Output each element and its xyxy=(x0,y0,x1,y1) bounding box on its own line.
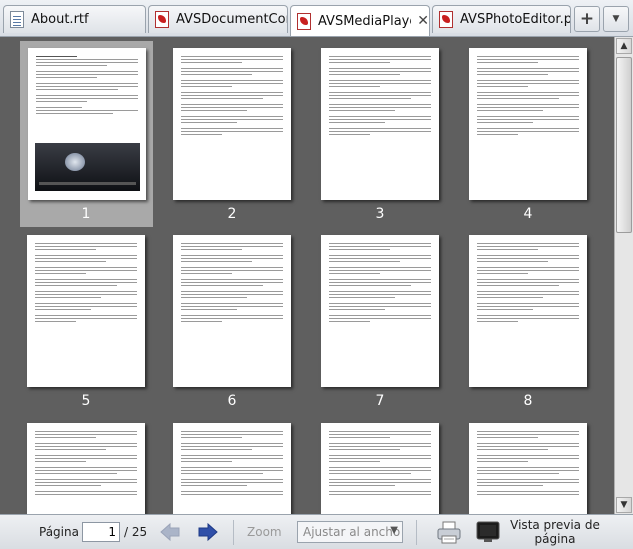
toolbar-separator xyxy=(416,520,417,545)
page-number-input[interactable] xyxy=(82,522,120,542)
page-preview xyxy=(469,423,587,514)
pdf-document-icon xyxy=(297,12,311,30)
page-number: 3 xyxy=(375,206,385,222)
close-tab-icon[interactable]: ✕ xyxy=(417,13,429,29)
tab-label: AVSMediaPlayer.… xyxy=(318,13,411,29)
pdf-document-icon xyxy=(155,11,169,28)
page-preview xyxy=(469,48,587,200)
previous-page-arrow-icon[interactable] xyxy=(159,522,181,542)
tab-label: About.rtf xyxy=(31,12,89,27)
tab-avs-document-converter[interactable]: AVSDocumentConve… xyxy=(148,5,288,33)
page-preview xyxy=(173,235,291,387)
page-number: 8 xyxy=(523,393,533,409)
printer-icon[interactable] xyxy=(436,520,462,545)
tab-label: AVSDocumentConve… xyxy=(176,12,287,27)
page-preview xyxy=(173,48,291,200)
page-thumbnail-10[interactable] xyxy=(173,423,291,514)
page-thumbnail-4[interactable]: 4 xyxy=(469,48,587,227)
page-thumbnail-6[interactable]: 6 xyxy=(173,235,291,414)
page-thumbnail-9[interactable] xyxy=(27,423,145,514)
page-number: 5 xyxy=(81,393,91,409)
page-number: 4 xyxy=(523,206,533,222)
tab-avs-media-player[interactable]: AVSMediaPlayer.… ✕ xyxy=(290,5,430,36)
page-thumbnail-2[interactable]: 2 xyxy=(173,48,291,227)
page-preview xyxy=(321,423,439,514)
page-preview xyxy=(173,423,291,514)
page-number: 7 xyxy=(375,393,385,409)
tab-list-dropdown-button[interactable]: ▼ xyxy=(603,6,629,32)
page-thumbnail-11[interactable] xyxy=(321,423,439,514)
page-preview-monitor-icon[interactable] xyxy=(476,521,500,543)
page-thumbnail-7[interactable]: 7 xyxy=(321,235,439,414)
page-number: 2 xyxy=(227,206,237,222)
preview-label-line-2: página xyxy=(534,532,576,546)
page-preview xyxy=(27,235,145,387)
thumbnail-view[interactable]: 1 2 3 4 5 6 7 8 xyxy=(0,37,614,514)
page-preview xyxy=(321,48,439,200)
tab-bar: About.rtf AVSDocumentConve… AVSMediaPlay… xyxy=(0,0,633,37)
rtf-document-icon xyxy=(10,11,24,28)
preview-label-line-1: Vista previa de xyxy=(510,518,600,532)
scroll-up-arrow-icon[interactable]: ▲ xyxy=(616,38,632,54)
page-thumbnail-8[interactable]: 8 xyxy=(469,235,587,414)
page-thumbnail-3[interactable]: 3 xyxy=(321,48,439,227)
page-thumbnail-1[interactable]: 1 xyxy=(20,41,153,227)
scrollbar-thumb[interactable] xyxy=(616,57,632,233)
tab-about-rtf[interactable]: About.rtf xyxy=(3,5,146,33)
page-preview xyxy=(321,235,439,387)
chevron-down-icon: ▼ xyxy=(390,525,398,536)
next-page-arrow-icon[interactable] xyxy=(197,522,219,542)
add-tab-button[interactable]: + xyxy=(574,6,600,32)
page-label: Página xyxy=(39,525,79,539)
page-number: 6 xyxy=(227,393,237,409)
zoom-select[interactable]: Ajustar al ancho ▼ xyxy=(297,521,403,543)
tab-avs-photo-editor[interactable]: AVSPhotoEditor.pdf xyxy=(432,5,571,33)
total-pages-label: / 25 xyxy=(124,525,148,539)
bottom-toolbar: Página / 25 Zoom Ajustar al ancho ▼ Vist… xyxy=(0,514,633,549)
scroll-down-arrow-icon[interactable]: ▼ xyxy=(616,497,632,513)
vertical-scrollbar[interactable]: ▲ ▼ xyxy=(614,37,633,514)
page-number: 1 xyxy=(81,206,91,222)
zoom-label: Zoom xyxy=(247,525,282,539)
page-preview-button-label[interactable]: Vista previa de página xyxy=(505,518,605,546)
media-player-screenshot xyxy=(35,143,140,191)
page-preview xyxy=(469,235,587,387)
page-thumbnail-5[interactable]: 5 xyxy=(27,235,145,414)
page-preview xyxy=(28,48,146,200)
zoom-select-value: Ajustar al ancho xyxy=(303,525,401,539)
page-thumbnail-12[interactable] xyxy=(469,423,587,514)
toolbar-separator xyxy=(233,520,234,545)
tab-label: AVSPhotoEditor.pdf xyxy=(460,12,570,27)
pdf-document-icon xyxy=(439,11,453,28)
page-preview xyxy=(27,423,145,514)
